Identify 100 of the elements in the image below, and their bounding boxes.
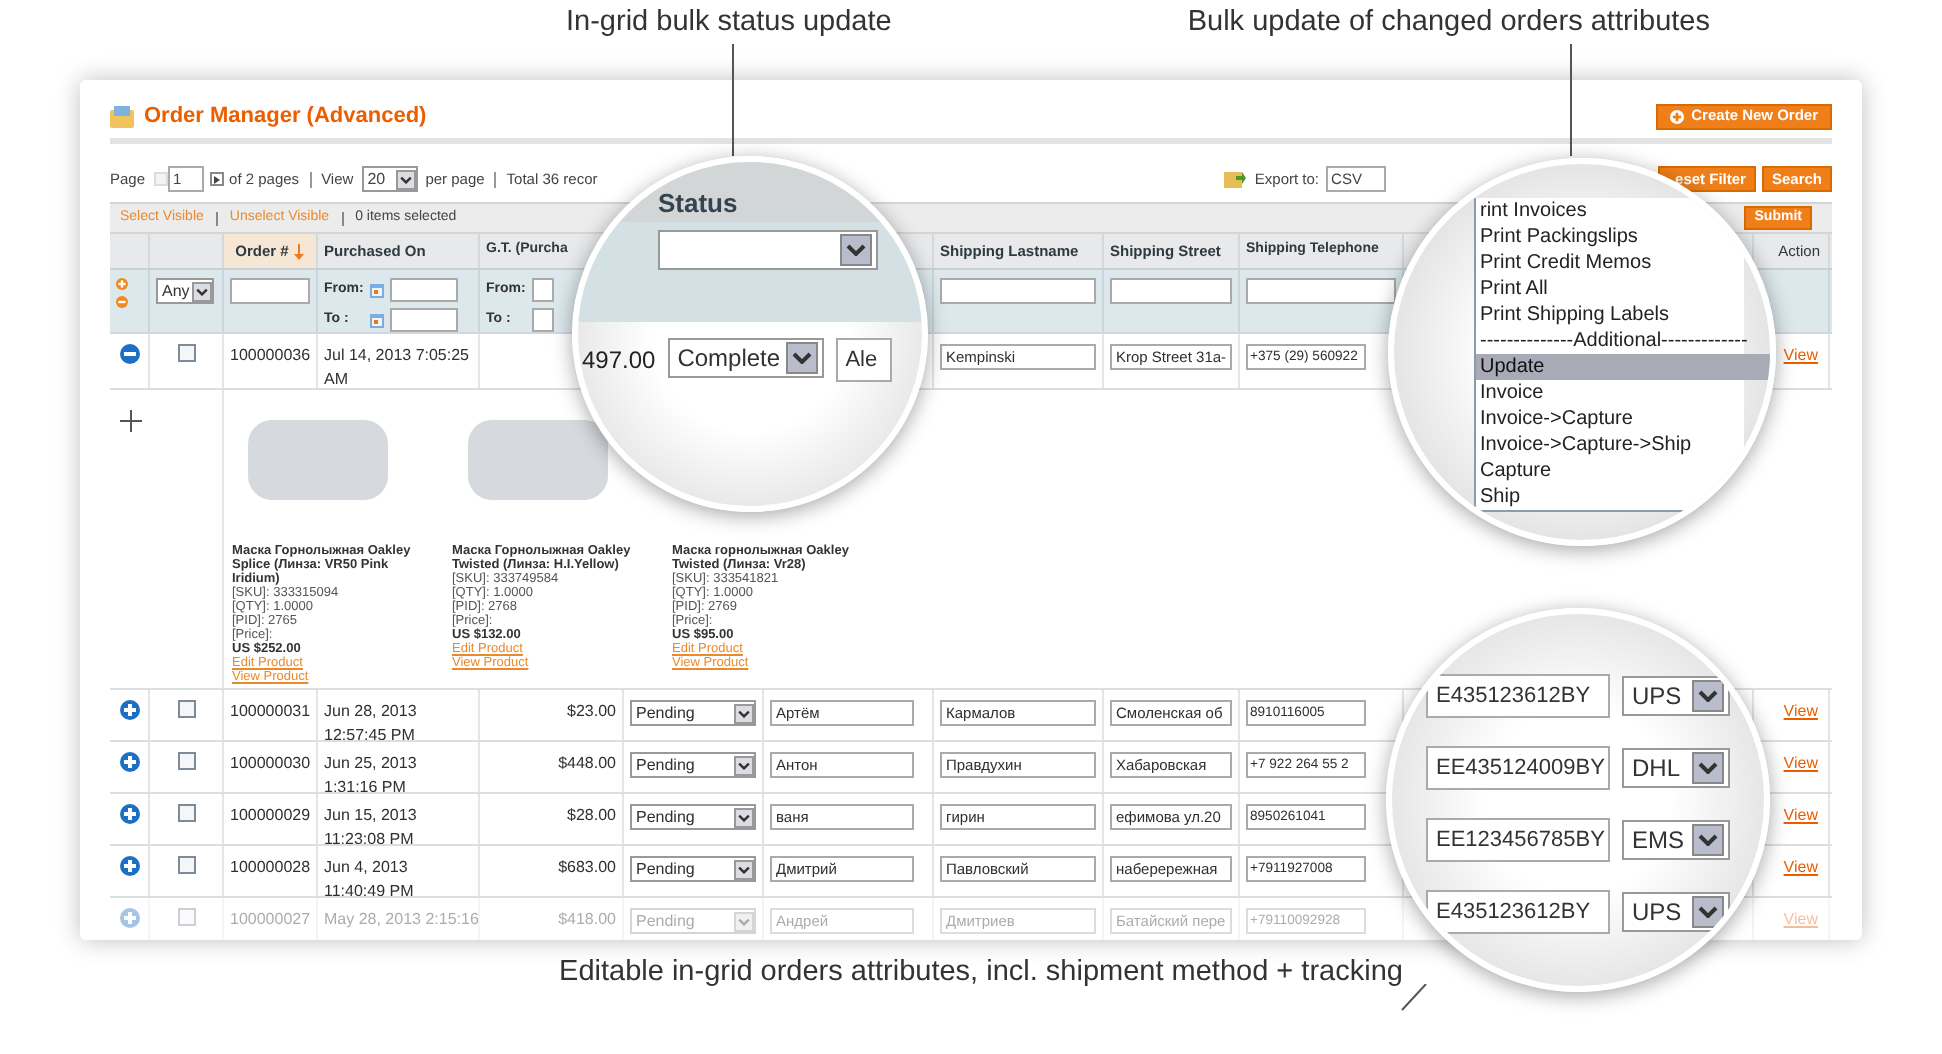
crosshair-icon [119, 410, 141, 432]
table-cell: $448.00 [558, 752, 616, 776]
folder-icon [110, 105, 134, 127]
table-cell-text: 497.00 [582, 344, 656, 378]
action-option[interactable]: Ship [1476, 484, 1770, 510]
expand-icon[interactable] [119, 804, 139, 824]
chevron-down-icon [785, 342, 818, 374]
action-option[interactable]: Print All [1476, 276, 1770, 302]
action-option[interactable]: --------------Additional------------- [1476, 328, 1770, 354]
table-cell: 100000028 [230, 856, 311, 880]
table-cell-text: Jun 28, 2013 12:57:45 PM [324, 700, 419, 740]
table-cell: 100000027 [230, 908, 311, 932]
view-link[interactable]: View [1783, 856, 1818, 880]
filter-field[interactable] [230, 278, 310, 304]
checkbox-filter-dropdown[interactable]: Any [156, 278, 214, 304]
action-option[interactable]: Invoice->Capture->Ship [1476, 432, 1770, 458]
action-option[interactable]: Invoice->Capture [1476, 406, 1770, 432]
table-cell: 100000029 [230, 804, 311, 828]
action-option[interactable]: Print Credit Memos [1476, 250, 1770, 276]
chevron-down-icon [734, 703, 754, 723]
table-cell-text: Jun 25, 2013 1:31:16 PM [324, 752, 419, 792]
leader-line [1400, 984, 1428, 1012]
minus-circle-icon[interactable] [116, 296, 128, 308]
action-option[interactable]: Update [1476, 354, 1770, 380]
table-cell: 100000036 [230, 344, 311, 368]
leader-line [1570, 44, 1572, 156]
chevron-down-icon [1692, 752, 1724, 784]
carrier-dropdown[interactable]: DHL [1622, 748, 1730, 788]
chevron-down-icon [1692, 824, 1724, 856]
callout-label: Bulk update of changed orders attributes [1187, 4, 1710, 42]
filter-field[interactable] [1246, 278, 1396, 304]
input-field[interactable]: EE123456785BY [1426, 818, 1610, 862]
table-cell: $418.00 [558, 908, 616, 932]
sort-arrow-icon [294, 243, 305, 259]
plus-circle-icon[interactable] [116, 278, 128, 290]
leader-line [732, 44, 734, 156]
checkbox[interactable] [177, 344, 195, 362]
table-cell: 100000031 [230, 700, 311, 724]
status-dropdown[interactable]: Pending [630, 804, 756, 830]
checkbox[interactable] [177, 856, 195, 874]
column-header[interactable]: Status [658, 188, 738, 218]
carrier-dropdown[interactable]: UPS [1622, 892, 1730, 932]
table-cell: 100000030 [230, 752, 311, 776]
photo-placeholder [248, 420, 388, 500]
filter-field[interactable] [1110, 278, 1232, 304]
table-cell: May 28, 2013 2:15:16 [324, 908, 478, 932]
input-field[interactable]: E435123612BY [1426, 674, 1610, 718]
calendar-icon[interactable] [370, 283, 384, 297]
table-cell: $28.00 [567, 804, 616, 828]
photo-placeholder [468, 420, 608, 500]
filter-field[interactable] [532, 278, 554, 302]
filter-field[interactable] [390, 278, 458, 302]
checkbox[interactable] [177, 700, 195, 718]
table-cell-text: Jun 4, 2013 11:40:49 PM [324, 856, 416, 896]
chevron-down-icon [734, 911, 754, 931]
carrier-dropdown[interactable]: EMS [1622, 820, 1730, 860]
plus-circle-icon [1669, 109, 1684, 123]
filter-field[interactable] [532, 308, 554, 332]
status-dropdown[interactable]: Pending [630, 752, 756, 778]
view-link[interactable]: View [1783, 804, 1818, 828]
expand-icon[interactable] [119, 700, 139, 720]
per-page-dropdown[interactable]: 20 [361, 166, 418, 192]
action-option[interactable]: Capture [1476, 458, 1770, 484]
view-link[interactable]: View [1783, 344, 1818, 368]
expand-icon[interactable] [119, 856, 139, 876]
status-dropdown[interactable]: Pending [630, 700, 756, 726]
status-dropdown[interactable]: Pending [630, 856, 756, 882]
chevron-down-icon [1692, 680, 1724, 712]
page-title: Order Manager (Advanced) [144, 101, 427, 132]
carrier-dropdown[interactable]: UPS [1622, 676, 1730, 716]
checkbox[interactable] [177, 804, 195, 822]
input-field[interactable]: EE435124009BY [1426, 746, 1610, 790]
checkbox[interactable] [177, 752, 195, 770]
filter-field[interactable] [940, 278, 1096, 304]
action-option[interactable]: Print Packingslips [1476, 224, 1770, 250]
chevron-down-icon [395, 169, 416, 189]
callout-label: Editable in-grid orders attributes, incl. shipment method + tracking [559, 954, 1403, 992]
chevron-down-icon [840, 234, 872, 266]
expand-icon[interactable] [119, 752, 139, 772]
table-cell-text: Jun 15, 2013 11:23:08 PM [324, 804, 419, 844]
export-folder-icon [1224, 170, 1247, 188]
chevron-down-icon [734, 755, 754, 775]
filter-field[interactable] [390, 308, 458, 332]
action-option[interactable]: Invoice [1476, 380, 1770, 406]
table-cell: $683.00 [558, 856, 616, 880]
next-page-icon[interactable] [209, 172, 224, 186]
input-field[interactable]: E435123612BY [1426, 890, 1610, 934]
calendar-icon[interactable] [370, 313, 384, 327]
chevron-down-icon [1692, 896, 1724, 928]
view-link[interactable]: View [1783, 752, 1818, 776]
view-link[interactable]: View [1783, 700, 1818, 724]
chevron-down-icon [192, 281, 212, 301]
input-field[interactable]: Ale [835, 338, 892, 382]
callout-label: In-grid bulk status update [566, 4, 892, 42]
status-filter-dropdown[interactable] [658, 230, 878, 270]
table-cell: Jul 14, 2013 7:05:25 AM [324, 344, 472, 388]
action-option[interactable]: Print Shipping Labels [1476, 302, 1770, 328]
chevron-down-icon [734, 859, 754, 879]
status-dropdown[interactable]: Complete [667, 338, 824, 378]
collapse-icon[interactable] [119, 344, 139, 364]
